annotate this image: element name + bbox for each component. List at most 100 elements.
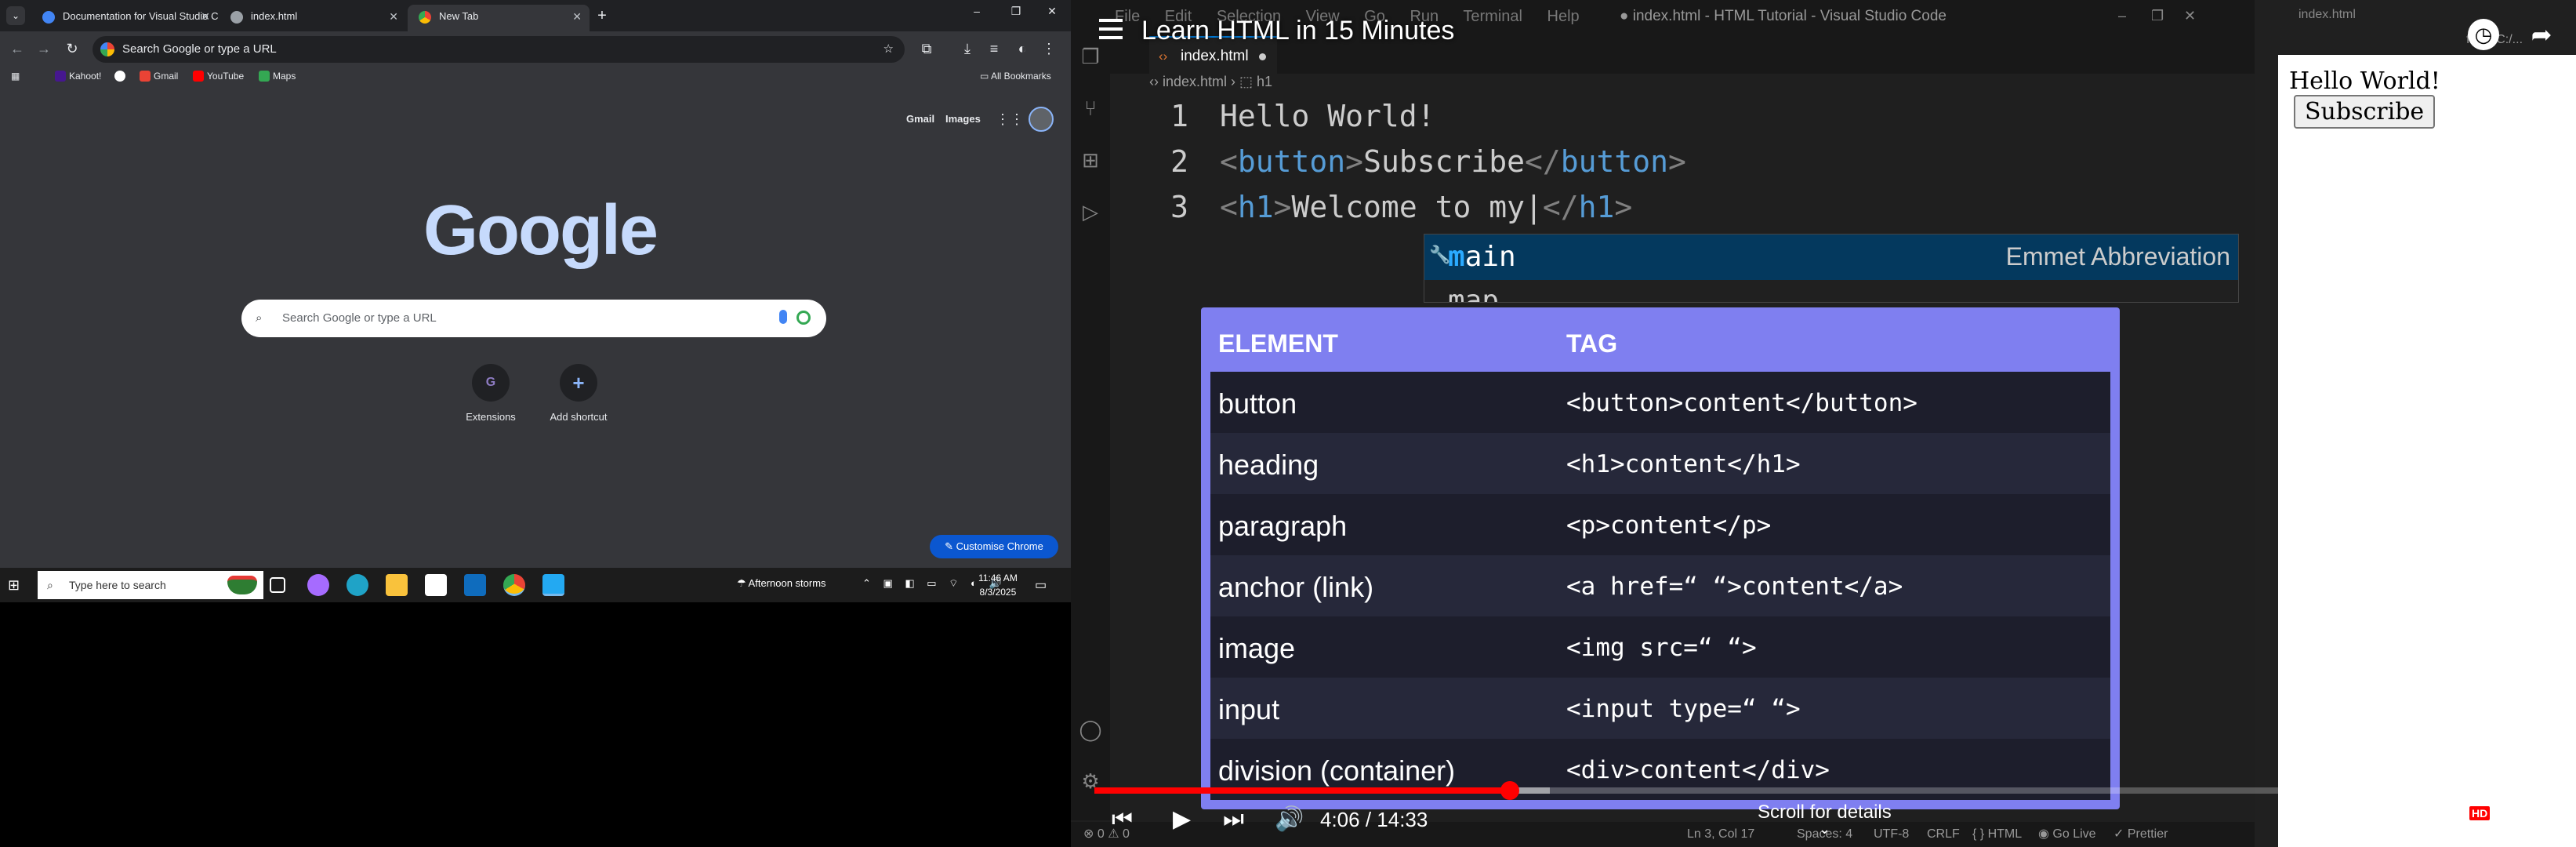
language-mode[interactable]: { } HTML [1972,822,2022,847]
weather-widget[interactable]: ☂ Afternoon storms [737,577,826,590]
source-control-icon[interactable]: ⑂ [1078,96,1103,121]
bookmark-youtube[interactable]: YouTube [193,71,244,82]
extensions-icon[interactable]: ⊞ [1078,147,1103,173]
taskbar-search[interactable]: ⌕ Type here to search [38,571,263,599]
minimize-button[interactable]: – [963,5,991,17]
shortcut-add[interactable]: + Add shortcut [541,364,616,423]
avatar[interactable] [1029,107,1054,132]
menu-icon[interactable]: ⋮ [1039,39,1058,58]
store-icon[interactable] [425,574,447,596]
outlook-icon[interactable] [464,574,486,596]
back-button[interactable]: ← [8,39,27,58]
tab-new-tab[interactable]: New Tab ✕ [408,5,590,31]
maximize-button[interactable]: ❐ [1002,5,1030,18]
menu-help[interactable]: Help [1547,8,1580,25]
vscode-taskbar-icon[interactable] [542,574,564,596]
lens-icon[interactable] [796,311,811,325]
customise-chrome-button[interactable]: ✎ Customise Chrome [930,535,1058,558]
exit-fullscreen-icon[interactable]: ⤡ [2516,806,2534,832]
tag-bracket: > [1273,190,1292,224]
cursor-position[interactable]: Ln 3, Col 17 [1687,822,1754,847]
suggestion-item[interactable]: map [1448,285,1499,302]
close-window-button[interactable]: ✕ [1038,5,1066,18]
volume-icon[interactable]: 🔊 [1275,806,1304,833]
youtube-video-player[interactable]: File Edit Selection View Go Run Terminal… [1071,0,2576,847]
address-bar[interactable]: Search Google or type a URL ☆ [93,36,905,63]
close-window-button[interactable]: ✕ [2184,8,2196,24]
tab-docs[interactable]: Documentation for Visual Studio Code ✕ [31,5,218,31]
explorer-icon[interactable]: ❐ [1078,44,1103,69]
shortcut-extensions[interactable]: G Extensions [453,364,528,423]
bookmark-maps[interactable]: Maps [259,71,296,82]
all-bookmarks[interactable]: ▭ All Bookmarks [980,71,1051,82]
chrome-window: ⌄ Documentation for Visual Studio Code ✕… [0,0,1071,602]
line-ending[interactable]: CRLF [1927,822,1960,847]
element-cell: anchor (link) [1218,571,1374,603]
edge-icon[interactable] [346,574,368,596]
images-link[interactable]: Images [945,113,981,125]
code-line-1[interactable]: Hello World! [1220,99,1435,133]
maximize-button[interactable]: ❐ [2151,8,2164,24]
reload-button[interactable]: ↻ [63,39,82,58]
new-tab-button[interactable]: + [593,6,611,25]
browser-preview-pane: index.html file:///C:/... Hello World! S… [2255,0,2576,847]
subscribe-button[interactable]: Subscribe [2294,95,2436,129]
download-icon[interactable]: ⤓ [958,39,977,58]
tab-index-html[interactable]: index.html ✕ [220,5,406,31]
chrome-taskbar-icon[interactable] [503,574,525,596]
video-title[interactable]: Learn HTML in 15 Minutes [1141,16,1454,46]
extensions-icon[interactable]: ⧉ [917,39,936,58]
file-explorer-icon[interactable] [386,574,408,596]
minimize-button[interactable]: – [2118,8,2126,24]
go-live-button[interactable]: ◉ Go Live [2038,822,2096,847]
gmail-link[interactable]: Gmail [906,113,934,125]
media-icon[interactable]: ≡ [985,39,1003,58]
watch-later-icon[interactable]: ◷ [2468,19,2499,50]
forward-button[interactable]: → [34,39,53,58]
suggestion-widget: 🔧 main Emmet Abbreviation map [1424,234,2239,303]
file-icon [230,11,243,24]
task-view-icon[interactable] [270,577,285,593]
close-tab-icon[interactable]: ✕ [389,5,398,28]
tag-bracket: > [1345,144,1364,179]
suggestion-rest: ain [1464,241,1516,273]
profile-icon[interactable]: ◐ [1013,39,1032,58]
run-debug-icon[interactable]: ▷ [1078,199,1103,224]
hamburger-menu-icon[interactable] [1099,19,1123,39]
preview-tab-title[interactable]: index.html [2298,8,2356,22]
breadcrumb[interactable]: ‹› index.html › ⬚ h1 [1149,74,1272,90]
unsaved-dot-icon[interactable] [1258,53,1266,60]
captions-icon[interactable]: ▭ [2410,806,2430,832]
suggestion-item[interactable]: main [1448,241,1516,273]
close-tab-icon[interactable]: ✕ [572,5,582,28]
line-number: 2 [1170,144,1188,179]
ntp-search-box[interactable]: ⌕ Search Google or type a URL [241,300,826,337]
bookmark-star-icon[interactable]: ☆ [883,36,894,63]
bookmark-gmail[interactable]: Gmail [140,71,178,82]
progress-bar[interactable] [1094,781,2568,800]
notification-icon[interactable]: ▭ [1035,577,1047,593]
windows-start-icon[interactable]: ⊞ [8,577,24,593]
tag-cell: <button>content</button> [1566,389,1917,417]
scrubber-handle[interactable] [1500,781,1520,800]
share-icon[interactable]: ➦ [2526,19,2557,50]
bookmark-kahoot[interactable]: Kahoot! [55,71,101,82]
play-icon[interactable]: ▶ [1173,806,1191,833]
apps-grid-icon[interactable]: ▦ [11,71,20,82]
google-apps-icon[interactable]: ⋮⋮⋮ [996,110,1038,129]
taskbar-clock[interactable]: 11:46 AM 8/3/2025 [978,571,1018,599]
account-icon[interactable]: ◯ [1078,717,1103,742]
microphone-icon[interactable] [779,310,787,324]
previous-icon[interactable]: ⏮ [1112,806,1133,833]
code-line-2[interactable]: <button>Subscribe</button> [1220,144,1686,179]
bookmark-globe[interactable] [114,71,129,82]
menu-terminal[interactable]: Terminal [1463,8,1522,25]
prettier-status[interactable]: ✓ Prettier [2113,822,2168,847]
scroll-for-details[interactable]: Scroll for details ⌄ [1758,802,1892,836]
tab-search-button[interactable]: ⌄ [6,6,25,25]
copilot-icon[interactable] [307,574,329,596]
close-tab-icon[interactable]: ✕ [201,5,210,28]
next-icon[interactable]: ⏭ [1223,806,1244,833]
code-line-3[interactable]: <h1>Welcome to my|</h1> [1220,190,1632,224]
suggestion-match: m [1448,241,1465,273]
